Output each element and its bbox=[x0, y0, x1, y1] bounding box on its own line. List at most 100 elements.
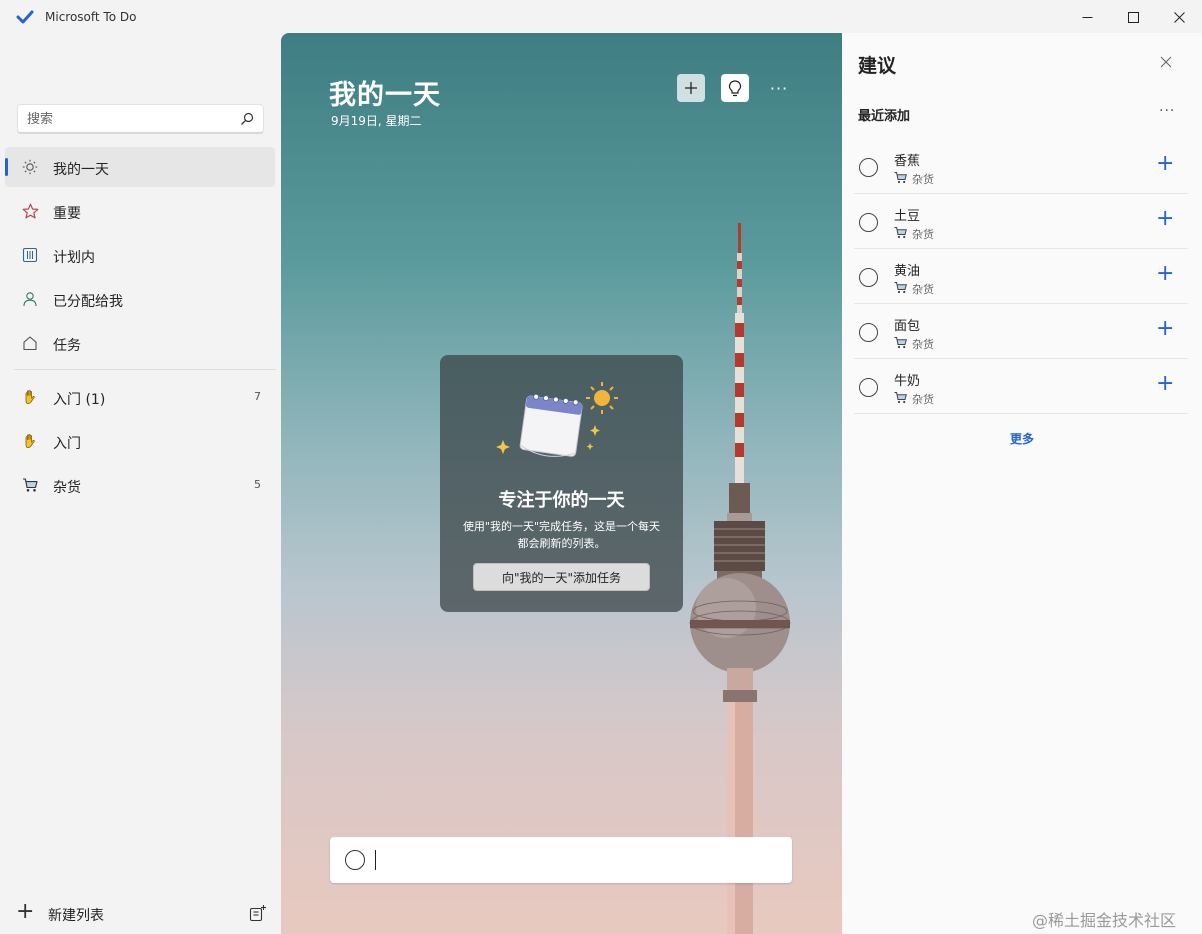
main-panel: 我的一天 9月19日, 星期二 ··· 专注于你的一天 使用"我的一天"完成任务… bbox=[281, 33, 842, 934]
sidebar-item-label: 入门 (1) bbox=[53, 392, 106, 408]
close-icon bbox=[1160, 56, 1172, 68]
sidebar-item-label: 重要 bbox=[53, 206, 81, 222]
new-list-button[interactable]: + 新建列表 bbox=[12, 900, 262, 926]
add-to-my-day-plus-button[interactable]: + bbox=[1156, 318, 1174, 340]
sidebar-item-assigned[interactable]: 已分配给我 bbox=[5, 279, 275, 319]
add-task-bar[interactable] bbox=[330, 837, 792, 883]
suggestion-name: 土豆 bbox=[894, 209, 921, 224]
sidebar-item-planned[interactable]: 计划内 bbox=[5, 235, 275, 275]
task-circle-icon bbox=[345, 850, 365, 870]
page-title: 我的一天 bbox=[329, 80, 441, 111]
title-bar: Microsoft To Do bbox=[0, 0, 1202, 34]
list-count-badge: 7 bbox=[254, 390, 261, 403]
suggestions-panel: 建议 最近添加 ··· 香蕉 杂货 + 土豆 杂货 + 黄油 杂货 + 面包 杂… bbox=[842, 33, 1202, 934]
suggestion-name: 黄油 bbox=[894, 264, 921, 279]
more-icon: ··· bbox=[769, 78, 789, 98]
sidebar-item-label: 我的一天 bbox=[53, 162, 109, 178]
load-more-button[interactable]: 更多 bbox=[842, 430, 1202, 447]
text-cursor bbox=[375, 850, 376, 870]
home-icon bbox=[21, 334, 39, 352]
suggestion-list-name: 杂货 bbox=[912, 173, 934, 186]
new-list-label: 新建列表 bbox=[48, 908, 104, 924]
sidebar-item-label: 入门 bbox=[53, 436, 81, 452]
add-to-my-day-plus-button[interactable]: + bbox=[1156, 208, 1174, 230]
sidebar-item-tasks[interactable]: 任务 bbox=[5, 323, 275, 363]
complete-checkbox[interactable] bbox=[859, 158, 878, 177]
plus-icon: + bbox=[16, 899, 35, 924]
close-suggestions-button[interactable] bbox=[1160, 53, 1176, 69]
sidebar-item-label: 杂货 bbox=[53, 480, 81, 496]
suggestion-item[interactable]: 香蕉 杂货 + bbox=[854, 139, 1188, 194]
suggestion-item[interactable]: 土豆 杂货 + bbox=[854, 194, 1188, 249]
search-box[interactable] bbox=[17, 104, 264, 134]
suggestion-name: 牛奶 bbox=[894, 374, 921, 389]
sidebar-divider bbox=[14, 369, 276, 370]
complete-checkbox[interactable] bbox=[859, 268, 878, 287]
suggestion-item[interactable]: 牛奶 杂货 + bbox=[854, 359, 1188, 414]
shopping-cart-icon bbox=[894, 392, 907, 404]
focus-card-description: 使用"我的一天"完成任务，这是一个每天都会刷新的列表。 bbox=[462, 520, 661, 550]
more-options-button[interactable]: ··· bbox=[765, 74, 793, 102]
suggestion-list-name: 杂货 bbox=[912, 283, 934, 296]
tower-background-image bbox=[689, 223, 791, 934]
app-title: Microsoft To Do bbox=[45, 10, 137, 24]
person-icon bbox=[21, 290, 39, 308]
sidebar-item-label: 已分配给我 bbox=[53, 294, 123, 310]
list-count-badge: 5 bbox=[254, 478, 261, 491]
search-input[interactable] bbox=[27, 110, 227, 128]
watermark: @稀土掘金技术社区 bbox=[1032, 911, 1177, 930]
suggestions-title: 建议 bbox=[858, 55, 897, 77]
suggestion-item[interactable]: 黄油 杂货 + bbox=[854, 249, 1188, 304]
sidebar-list-getting-started-1[interactable]: 入门 (1) 7 bbox=[5, 377, 275, 417]
close-window-button[interactable] bbox=[1156, 0, 1202, 34]
add-to-my-day-plus-button[interactable]: + bbox=[1156, 153, 1174, 175]
complete-checkbox[interactable] bbox=[859, 378, 878, 397]
maximize-button[interactable] bbox=[1110, 0, 1156, 34]
search-icon[interactable] bbox=[240, 112, 254, 126]
minimize-button[interactable] bbox=[1064, 0, 1110, 34]
add-button[interactable] bbox=[677, 74, 705, 102]
shopping-cart-icon bbox=[894, 227, 907, 239]
shopping-cart-icon bbox=[894, 172, 907, 184]
minimize-icon bbox=[1082, 16, 1092, 18]
sidebar: 我的一天 重要 计划内 已分配给我 任务 入门 (1) 7 bbox=[0, 34, 281, 934]
calendar-illustration-icon bbox=[496, 382, 618, 457]
lightbulb-icon bbox=[728, 79, 742, 96]
star-icon bbox=[21, 202, 39, 220]
todo-check-icon bbox=[16, 10, 34, 24]
suggestions-button[interactable] bbox=[721, 74, 749, 102]
add-task-input[interactable] bbox=[380, 849, 780, 871]
suggestion-list-name: 杂货 bbox=[912, 338, 934, 351]
sun-icon bbox=[21, 158, 39, 176]
suggestion-list-name: 杂货 bbox=[912, 393, 934, 406]
waving-hand-icon bbox=[21, 388, 39, 406]
add-to-my-day-button[interactable]: 向"我的一天"添加任务 bbox=[473, 563, 650, 591]
section-more-button[interactable]: ··· bbox=[1159, 103, 1175, 119]
add-to-my-day-plus-button[interactable]: + bbox=[1156, 263, 1174, 285]
complete-checkbox[interactable] bbox=[859, 323, 878, 342]
sidebar-list-getting-started[interactable]: 入门 bbox=[5, 421, 275, 461]
complete-checkbox[interactable] bbox=[859, 213, 878, 232]
suggestion-list-name: 杂货 bbox=[912, 228, 934, 241]
shopping-cart-icon bbox=[894, 282, 907, 294]
calendar-grid-icon bbox=[21, 246, 39, 264]
suggestion-name: 面包 bbox=[894, 319, 921, 334]
waving-hand-icon bbox=[21, 432, 39, 450]
add-to-my-day-plus-button[interactable]: + bbox=[1156, 373, 1174, 395]
focus-card-title: 专注于你的一天 bbox=[498, 490, 625, 511]
suggestion-item[interactable]: 面包 杂货 + bbox=[854, 304, 1188, 359]
plus-icon bbox=[685, 82, 697, 94]
maximize-icon bbox=[1127, 11, 1139, 23]
recently-added-heading: 最近添加 bbox=[858, 109, 911, 124]
sidebar-item-label: 任务 bbox=[53, 338, 81, 354]
focus-card: 专注于你的一天 使用"我的一天"完成任务，这是一个每天都会刷新的列表。 向"我的… bbox=[440, 355, 683, 612]
sidebar-item-important[interactable]: 重要 bbox=[5, 191, 275, 231]
sidebar-item-my-day[interactable]: 我的一天 bbox=[5, 147, 275, 187]
sidebar-item-label: 计划内 bbox=[53, 250, 95, 266]
sidebar-list-groceries[interactable]: 杂货 5 bbox=[5, 465, 275, 505]
suggestion-name: 香蕉 bbox=[894, 154, 921, 169]
new-group-icon[interactable] bbox=[249, 904, 267, 922]
page-date: 9月19日, 星期二 bbox=[331, 114, 422, 128]
shopping-cart-icon bbox=[894, 337, 907, 349]
shopping-cart-icon bbox=[21, 476, 39, 494]
